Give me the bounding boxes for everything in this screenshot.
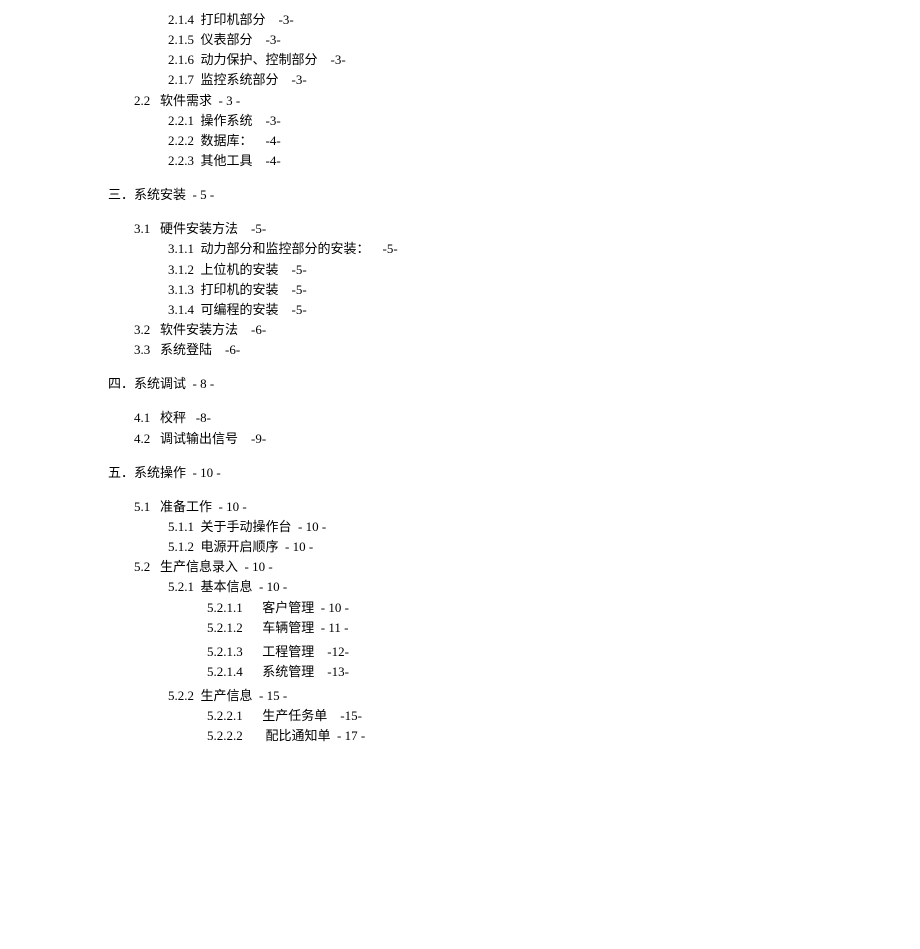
toc-entry: 2.2.1 操作系统 -3- [0,111,920,131]
toc-entry: 5.1 准备工作 - 10 - [0,497,920,517]
table-of-contents: 2.1.4 打印机部分 -3-2.1.5 仪表部分 -3-2.1.6 动力保护、… [0,10,920,747]
toc-entry: 三．系统安装 - 5 - [0,185,920,205]
toc-entry: 5.2.2 生产信息 - 15 - [0,686,920,706]
toc-entry: 四．系统调试 - 8 - [0,374,920,394]
toc-entry: 2.2.3 其他工具 -4- [0,151,920,171]
toc-entry: 5.2.1.1 客户管理 - 10 - [0,598,920,618]
toc-entry: 2.1.6 动力保护、控制部分 -3- [0,50,920,70]
toc-entry: 5.2.1 基本信息 - 10 - [0,577,920,597]
toc-entry: 3.1.4 可编程的安装 -5- [0,300,920,320]
toc-entry: 5.1.1 关于手动操作台 - 10 - [0,517,920,537]
toc-entry: 3.3 系统登陆 -6- [0,340,920,360]
toc-entry: 4.2 调试输出信号 -9- [0,429,920,449]
toc-entry: 五．系统操作 - 10 - [0,463,920,483]
toc-entry: 2.1.5 仪表部分 -3- [0,30,920,50]
toc-entry: 3.1.1 动力部分和监控部分的安装： -5- [0,239,920,259]
toc-entry: 5.2.1.2 车辆管理 - 11 - [0,618,920,638]
toc-entry: 2.1.7 监控系统部分 -3- [0,70,920,90]
toc-entry: 2.2 软件需求 - 3 - [0,91,920,111]
toc-entry: 3.1.2 上位机的安装 -5- [0,260,920,280]
toc-entry: 5.1.2 电源开启顺序 - 10 - [0,537,920,557]
toc-entry: 5.2.1.3 工程管理 -12- [0,642,920,662]
toc-entry: 4.1 校秤 -8- [0,408,920,428]
toc-entry: 3.2 软件安装方法 -6- [0,320,920,340]
toc-entry: 5.2.2.1 生产任务单 -15- [0,706,920,726]
toc-entry: 3.1.3 打印机的安装 -5- [0,280,920,300]
toc-entry: 5.2.2.2 配比通知单 - 17 - [0,726,920,746]
toc-entry: 5.2.1.4 系统管理 -13- [0,662,920,682]
toc-entry: 2.1.4 打印机部分 -3- [0,10,920,30]
toc-entry: 3.1 硬件安装方法 -5- [0,219,920,239]
toc-entry: 5.2 生产信息录入 - 10 - [0,557,920,577]
toc-entry: 2.2.2 数据库： -4- [0,131,920,151]
